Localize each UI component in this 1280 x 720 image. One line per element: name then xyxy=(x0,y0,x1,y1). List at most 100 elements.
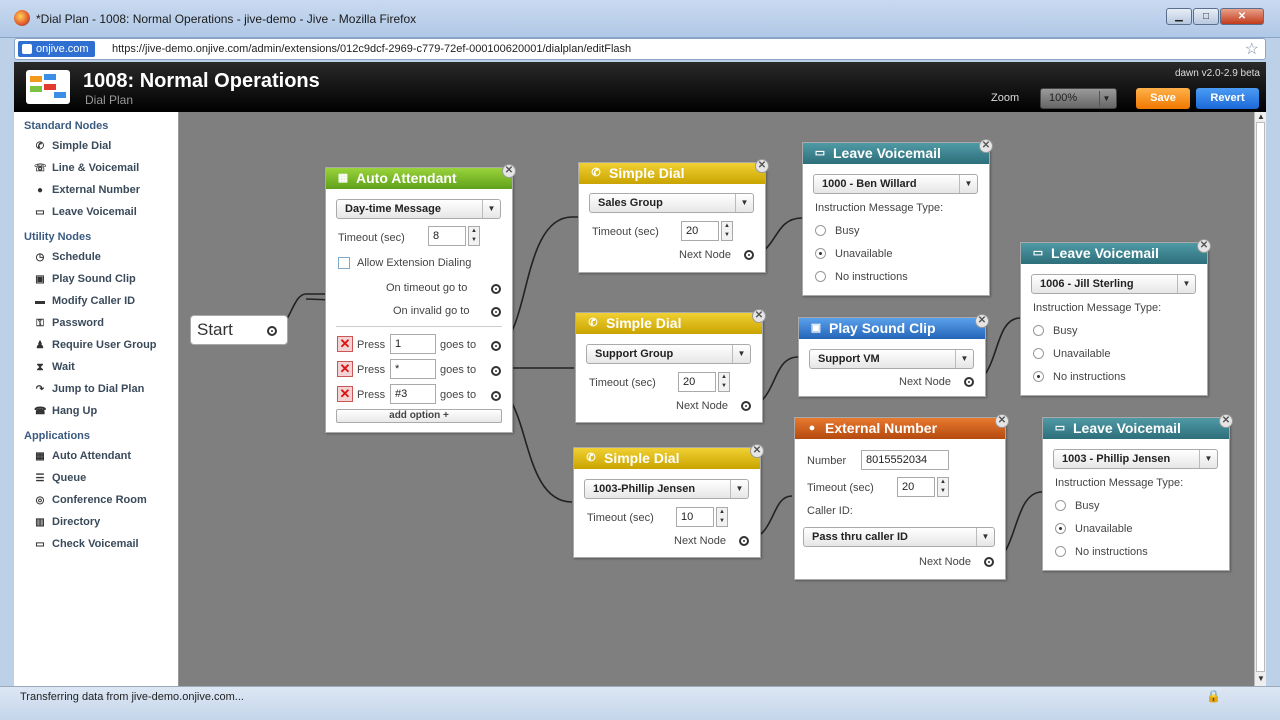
palette-external-number[interactable]: ● External Number xyxy=(34,184,140,196)
palette-jump-to-dial-plan[interactable]: ↷ Jump to Dial Plan xyxy=(34,383,145,395)
option-port[interactable] xyxy=(491,366,501,376)
clip-select[interactable]: Support VM ▼ xyxy=(809,349,974,369)
node-header[interactable]: ✆ Simple Dial xyxy=(574,448,760,469)
group-select[interactable]: Sales Group ▼ xyxy=(589,193,754,213)
start-port[interactable] xyxy=(267,326,277,336)
add-option-button[interactable]: add option + xyxy=(336,409,502,423)
palette-auto-attendant[interactable]: ▦ Auto Attendant xyxy=(34,450,131,462)
timeout-input[interactable]: 20 xyxy=(681,221,719,241)
url-text[interactable]: https://jive-demo.onjive.com/admin/exten… xyxy=(112,43,631,55)
close-node-icon[interactable]: ✕ xyxy=(995,414,1009,428)
timeout-spinner[interactable]: ▲ ▼ xyxy=(937,477,949,497)
close-node-icon[interactable]: ✕ xyxy=(750,444,764,458)
on-timeout-port[interactable] xyxy=(491,284,501,294)
close-node-icon[interactable]: ✕ xyxy=(502,164,516,178)
palette-play-sound-clip[interactable]: ▣ Play Sound Clip xyxy=(34,273,135,285)
radio-no-instructions[interactable] xyxy=(1055,546,1066,557)
timeout-input[interactable]: 8 xyxy=(428,226,466,246)
close-node-icon[interactable]: ✕ xyxy=(752,309,766,323)
timeout-input[interactable]: 20 xyxy=(897,477,935,497)
palette-wait[interactable]: ⧗ Wait xyxy=(34,361,74,373)
allow-extension-checkbox[interactable] xyxy=(338,257,350,269)
option-key-input[interactable]: #3 xyxy=(390,384,436,404)
next-node-port[interactable] xyxy=(744,250,754,260)
save-button[interactable]: Save xyxy=(1136,88,1190,109)
timeout-spinner[interactable]: ▲ ▼ xyxy=(468,226,480,246)
node-header[interactable]: ▭ Leave Voicemail xyxy=(1043,418,1229,439)
scroll-thumb[interactable] xyxy=(1256,122,1265,672)
external-number-node[interactable]: ● External Number ✕ Number 8015552034 Tim… xyxy=(794,414,1009,580)
scroll-down-icon[interactable]: ▼ xyxy=(1257,674,1265,683)
vertical-scrollbar[interactable]: ▲ ▼ xyxy=(1254,112,1266,686)
node-header[interactable]: ● External Number xyxy=(795,418,1005,439)
user-select[interactable]: 1000 - Ben Willard ▼ xyxy=(813,174,978,194)
simple-dial-node[interactable]: ✆ Simple Dial ✕ Support Group ▼ Timeout (s… xyxy=(575,309,766,423)
radio-busy[interactable] xyxy=(815,225,826,236)
node-header[interactable]: ▭ Leave Voicemail xyxy=(1021,243,1207,264)
option-key-input[interactable]: * xyxy=(390,359,436,379)
timeout-input[interactable]: 10 xyxy=(676,507,714,527)
minimize-icon[interactable]: ▁ xyxy=(1166,8,1192,25)
start-node[interactable]: Start xyxy=(190,315,288,345)
leave-voicemail-node[interactable]: ▭ Leave Voicemail ✕ 1006 - Jill Sterling ▼… xyxy=(1020,239,1211,396)
on-invalid-port[interactable] xyxy=(491,307,501,317)
leave-voicemail-node[interactable]: ▭ Leave Voicemail ✕ 1000 - Ben Willard ▼ I… xyxy=(802,139,993,296)
leave-voicemail-node[interactable]: ▭ Leave Voicemail ✕ 1003 - Phillip Jensen… xyxy=(1042,414,1233,571)
timeout-spinner[interactable]: ▲ ▼ xyxy=(721,221,733,241)
node-header[interactable]: ✆ Simple Dial xyxy=(579,163,765,184)
play-sound-clip-node[interactable]: ▣ Play Sound Clip ✕ Support VM ▼ Next Node xyxy=(798,314,989,397)
palette-password[interactable]: ⚿ Password xyxy=(34,317,104,329)
palette-hang-up[interactable]: ☎ Hang Up xyxy=(34,405,97,417)
node-header[interactable]: ▣ Play Sound Clip xyxy=(799,318,985,339)
delete-option-icon[interactable]: ✕ xyxy=(337,336,353,352)
palette-queue[interactable]: ☰ Queue xyxy=(34,472,87,484)
close-node-icon[interactable]: ✕ xyxy=(975,314,989,328)
close-node-icon[interactable]: ✕ xyxy=(755,159,769,173)
palette-line-voicemail[interactable]: ☏ Line & Voicemail xyxy=(34,162,139,174)
message-select[interactable]: Day-time Message ▼ xyxy=(336,199,501,219)
simple-dial-node[interactable]: ✆ Simple Dial ✕ 1003-Phillip Jensen ▼ Time… xyxy=(573,444,764,558)
auto-attendant-node[interactable]: ▦ Auto Attendant ✕ Day-time Message ▼ Time… xyxy=(325,164,516,433)
palette-schedule[interactable]: ◷ Schedule xyxy=(34,251,101,263)
node-header[interactable]: ▭ Leave Voicemail xyxy=(803,143,989,164)
palette-modify-caller-id[interactable]: ▬ Modify Caller ID xyxy=(34,295,135,307)
radio-unavailable[interactable] xyxy=(1033,348,1044,359)
palette-simple-dial[interactable]: ✆ Simple Dial xyxy=(34,140,112,152)
option-port[interactable] xyxy=(491,341,501,351)
palette-check-voicemail[interactable]: ▭ Check Voicemail xyxy=(34,538,138,550)
user-select[interactable]: 1003 - Phillip Jensen ▼ xyxy=(1053,449,1218,469)
bookmark-star-icon[interactable]: ☆ xyxy=(1245,39,1259,59)
revert-button[interactable]: Revert xyxy=(1196,88,1259,109)
site-identity-badge[interactable]: onjive.com xyxy=(18,41,95,57)
caller-id-select[interactable]: Pass thru caller ID ▼ xyxy=(803,527,995,547)
timeout-spinner[interactable]: ▲ ▼ xyxy=(718,372,730,392)
timeout-input[interactable]: 20 xyxy=(678,372,716,392)
option-key-input[interactable]: 1 xyxy=(390,334,436,354)
palette-conference-room[interactable]: ◎ Conference Room xyxy=(34,494,147,506)
close-node-icon[interactable]: ✕ xyxy=(979,139,993,153)
next-node-port[interactable] xyxy=(984,557,994,567)
simple-dial-node[interactable]: ✆ Simple Dial ✕ Sales Group ▼ Timeout (sec… xyxy=(578,159,769,273)
zoom-select[interactable]: 100% ▼ xyxy=(1040,88,1117,109)
option-port[interactable] xyxy=(491,391,501,401)
radio-no-instructions[interactable] xyxy=(1033,371,1044,382)
radio-busy[interactable] xyxy=(1055,500,1066,511)
palette-leave-voicemail[interactable]: ▭ Leave Voicemail xyxy=(34,206,137,218)
number-input[interactable]: 8015552034 xyxy=(861,450,949,470)
maximize-icon[interactable]: □ xyxy=(1193,8,1219,25)
node-header[interactable]: ✆ Simple Dial xyxy=(576,313,762,334)
next-node-port[interactable] xyxy=(964,377,974,387)
group-select[interactable]: 1003-Phillip Jensen ▼ xyxy=(584,479,749,499)
palette-require-user-group[interactable]: ♟ Require User Group xyxy=(34,339,157,351)
address-bar[interactable]: onjive.com https://jive-demo.onjive.com/… xyxy=(14,38,1266,60)
dialplan-canvas[interactable]: Start ▦ Auto Attendant ✕ Day-time Message… xyxy=(180,112,1254,686)
palette-directory[interactable]: ▥ Directory xyxy=(34,516,100,528)
next-node-port[interactable] xyxy=(741,401,751,411)
next-node-port[interactable] xyxy=(739,536,749,546)
close-node-icon[interactable]: ✕ xyxy=(1219,414,1233,428)
user-select[interactable]: 1006 - Jill Sterling ▼ xyxy=(1031,274,1196,294)
radio-unavailable[interactable] xyxy=(1055,523,1066,534)
delete-option-icon[interactable]: ✕ xyxy=(337,386,353,402)
node-header[interactable]: ▦ Auto Attendant xyxy=(326,168,512,189)
scroll-up-icon[interactable]: ▲ xyxy=(1257,112,1265,121)
